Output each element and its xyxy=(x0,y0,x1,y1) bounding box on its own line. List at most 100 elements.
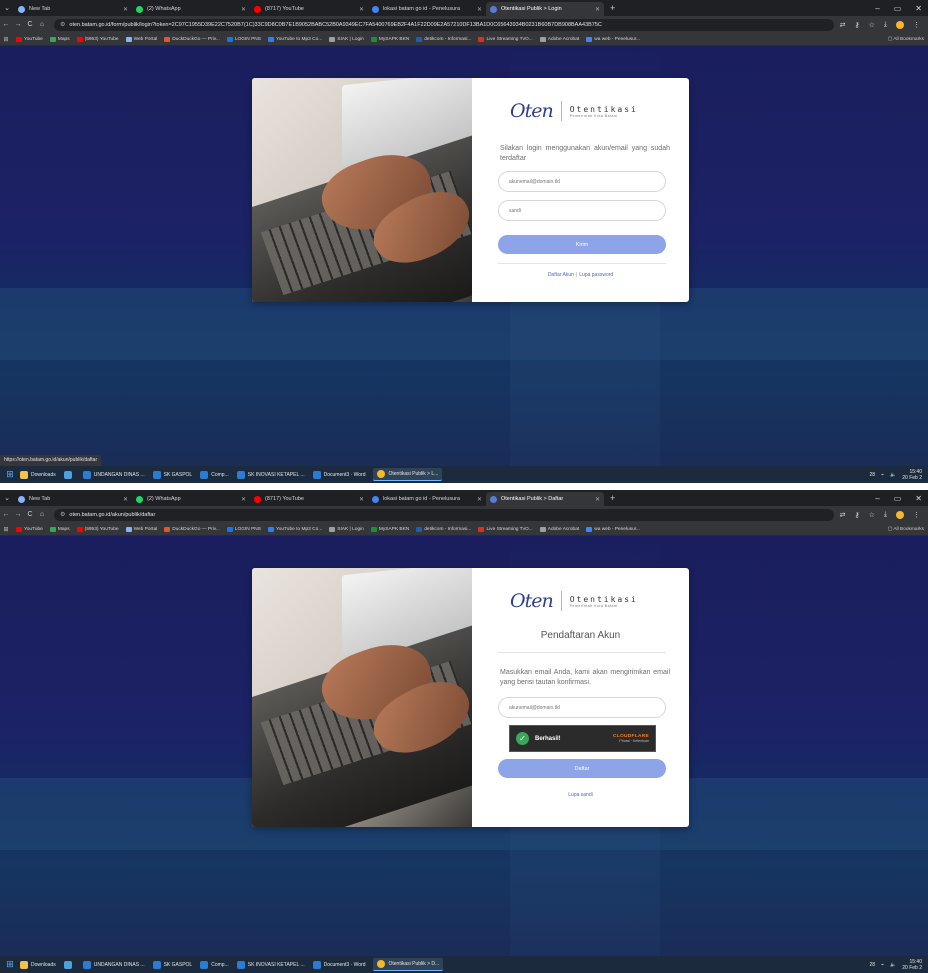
home-icon[interactable]: ⌂ xyxy=(36,21,48,28)
password-key-icon[interactable]: ⚷ xyxy=(854,511,859,519)
bookmark-item[interactable]: LOGIN PNS xyxy=(226,526,261,532)
tab-close-icon[interactable]: ✕ xyxy=(595,496,600,503)
reload-icon[interactable]: C xyxy=(24,21,36,28)
windows-start-icon[interactable]: ⊞ xyxy=(0,959,20,970)
bookmark-item[interactable]: YouTube xyxy=(16,526,43,532)
reload-icon[interactable]: C xyxy=(24,511,36,518)
url-input[interactable]: ⚙ oten.batam.go.id/form/publik/login?tok… xyxy=(54,18,834,31)
new-tab-button[interactable]: + xyxy=(610,493,615,503)
apps-grid-icon[interactable]: ⊞ xyxy=(0,526,12,533)
forgot-password-link[interactable]: Lupa sandi xyxy=(472,792,689,798)
translate-icon[interactable]: ⇄ xyxy=(840,511,846,519)
browser-tab[interactable]: (2) WhatsApp ✕ xyxy=(132,492,250,506)
bookmark-item[interactable]: detikcom - Informasi... xyxy=(416,36,471,42)
taskbar-app[interactable]: Document3 · Word xyxy=(312,470,365,479)
browser-tab[interactable]: (8717) YouTube ✕ xyxy=(250,2,368,16)
profile-avatar[interactable] xyxy=(896,20,904,29)
browser-tab[interactable]: Otentikasi Publik > Login ✕ xyxy=(486,2,604,16)
forward-icon[interactable]: → xyxy=(12,21,24,28)
bookmark-item[interactable]: Web Portal xyxy=(125,526,157,532)
bookmark-star-icon[interactable]: ☆ xyxy=(869,21,875,29)
clock[interactable]: 15:40 20 Feb 2 xyxy=(902,959,922,971)
bookmark-item[interactable]: YouTube to Mp3 Co... xyxy=(267,36,322,42)
network-icon[interactable]: ⌁ xyxy=(881,472,884,478)
password-key-icon[interactable]: ⚷ xyxy=(854,21,859,29)
bookmark-item[interactable]: MySAPK BKN xyxy=(370,36,409,42)
tab-close-icon[interactable]: ✕ xyxy=(123,6,128,13)
close-window-icon[interactable]: ✕ xyxy=(915,494,922,503)
bookmark-item[interactable]: DuckDuckGo — Priv... xyxy=(164,36,220,42)
site-info-icon[interactable]: ⚙ xyxy=(60,21,65,28)
taskbar-app[interactable]: SK INOVASI KETAPEL ... xyxy=(236,960,305,969)
bookmark-item[interactable]: (5953) YouTube xyxy=(76,526,119,532)
email-field[interactable]: akunemail@domain.tld xyxy=(498,697,666,718)
tab-close-icon[interactable]: ✕ xyxy=(241,496,246,503)
password-field[interactable]: sandi xyxy=(498,200,666,221)
bookmark-item[interactable]: Live Streaming TvO... xyxy=(478,526,533,532)
volume-icon[interactable]: 🔈 xyxy=(890,472,896,478)
bookmark-item[interactable]: Web Portal xyxy=(125,36,157,42)
bookmark-item[interactable]: LOGIN PNS xyxy=(226,36,261,42)
email-field[interactable]: akunemail@domain.tld xyxy=(498,171,666,192)
close-window-icon[interactable]: ✕ xyxy=(915,4,922,13)
new-tab-button[interactable]: + xyxy=(610,3,615,13)
windows-start-icon[interactable]: ⊞ xyxy=(0,469,20,480)
bookmark-item[interactable]: YouTube to Mp3 Co... xyxy=(267,526,322,532)
clock[interactable]: 15:40 20 Feb 2 xyxy=(902,469,922,481)
taskbar-app[interactable]: Document3 · Word xyxy=(312,960,365,969)
taskbar-app[interactable]: Downloads xyxy=(20,960,56,969)
register-link[interactable]: Daftar Akun xyxy=(548,272,574,278)
register-submit-button[interactable]: Daftar xyxy=(498,759,666,778)
browser-tab[interactable]: New Tab ✕ xyxy=(14,2,132,16)
taskbar-app[interactable]: Comp... xyxy=(200,960,229,969)
maximize-icon[interactable]: ▭ xyxy=(894,4,902,13)
apps-grid-icon[interactable]: ⊞ xyxy=(0,36,12,43)
taskbar-app[interactable]: SK INOVASI KETAPEL ... xyxy=(236,470,305,479)
taskbar-app[interactable]: Downloads xyxy=(20,470,56,479)
taskbar-app[interactable]: UNDANGAN DINAS ... xyxy=(82,960,145,969)
cloudflare-captcha[interactable]: ✓ Berhasil! CLOUDFLARE Privasi · Ketentuan xyxy=(509,725,656,752)
captcha-links[interactable]: Privasi · Ketentuan xyxy=(613,739,649,743)
menu-kebab-icon[interactable]: ⋮ xyxy=(913,21,920,29)
url-input[interactable]: ⚙ oten.batam.go.id/akun/publik/daftar xyxy=(54,508,834,521)
bookmark-item[interactable]: Maps xyxy=(49,526,70,532)
forgot-password-link[interactable]: Lupa password xyxy=(579,272,613,278)
bookmark-star-icon[interactable]: ☆ xyxy=(869,511,875,519)
translate-icon[interactable]: ⇄ xyxy=(840,21,846,29)
volume-icon[interactable]: 🔈 xyxy=(890,962,896,968)
bookmark-item[interactable]: Live Streaming TvO... xyxy=(478,36,533,42)
download-icon[interactable]: ⤓ xyxy=(884,511,887,519)
tab-search-icon[interactable]: ⌄ xyxy=(0,494,14,502)
forward-icon[interactable]: → xyxy=(12,511,24,518)
site-info-icon[interactable]: ⚙ xyxy=(60,511,65,518)
bookmark-item[interactable]: detikcom - Informasi... xyxy=(416,526,471,532)
menu-kebab-icon[interactable]: ⋮ xyxy=(913,511,920,519)
taskbar-app[interactable]: SK GASPOL xyxy=(152,470,192,479)
minimize-icon[interactable]: – xyxy=(875,494,879,503)
taskbar-app[interactable]: UNDANGAN DINAS ... xyxy=(82,470,145,479)
minimize-icon[interactable]: – xyxy=(875,4,879,13)
taskbar-app-chrome[interactable]: Otentikasi Publik > D... xyxy=(373,958,444,971)
tab-close-icon[interactable]: ✕ xyxy=(477,496,482,503)
tab-close-icon[interactable]: ✕ xyxy=(359,496,364,503)
bookmark-item[interactable]: SIAK | Login xyxy=(329,36,364,42)
browser-tab[interactable]: (8717) YouTube ✕ xyxy=(250,492,368,506)
tab-close-icon[interactable]: ✕ xyxy=(241,6,246,13)
taskbar-app[interactable]: SK GASPOL xyxy=(152,960,192,969)
bookmark-item[interactable]: DuckDuckGo — Priv... xyxy=(164,526,220,532)
bookmark-item[interactable]: YouTube xyxy=(16,36,43,42)
taskbar-app[interactable]: Comp... xyxy=(200,470,229,479)
taskbar-app[interactable] xyxy=(63,470,75,479)
tab-close-icon[interactable]: ✕ xyxy=(123,496,128,503)
back-icon[interactable]: ← xyxy=(0,21,12,28)
download-icon[interactable]: ⤓ xyxy=(884,21,887,29)
taskbar-app-chrome[interactable]: Otentikasi Publik > L... xyxy=(373,468,443,481)
tab-close-icon[interactable]: ✕ xyxy=(359,6,364,13)
network-icon[interactable]: ⌁ xyxy=(881,962,884,968)
bookmark-item[interactable]: Adobe Acrobat xyxy=(539,36,579,42)
back-icon[interactable]: ← xyxy=(0,511,12,518)
tab-close-icon[interactable]: ✕ xyxy=(477,6,482,13)
bookmark-item[interactable]: Maps xyxy=(49,36,70,42)
all-bookmarks-folder[interactable]: ▢ All Bookmarks xyxy=(888,527,928,532)
bookmark-item[interactable]: Adobe Acrobat xyxy=(539,526,579,532)
